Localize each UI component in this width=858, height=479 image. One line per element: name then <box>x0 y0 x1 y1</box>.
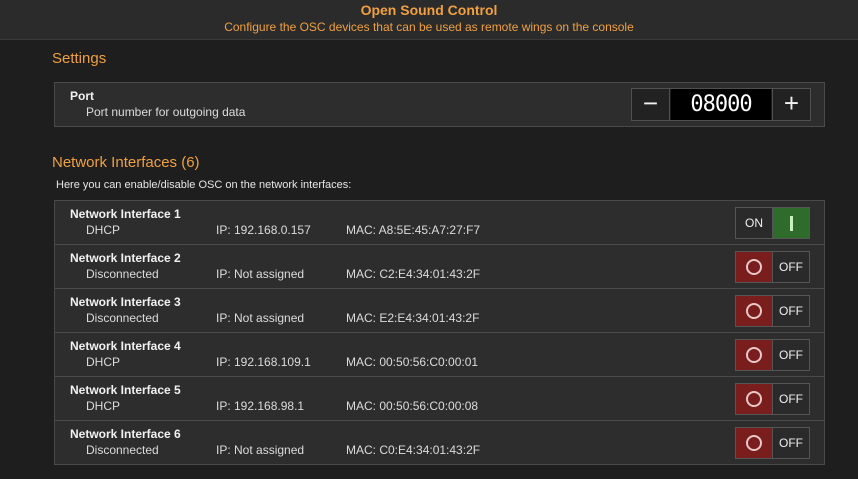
interface-name: Network Interface 3 <box>70 295 181 309</box>
toggle-off-icon <box>736 384 773 414</box>
interface-mac: MAC: C2:E4:34:01:43:2F <box>346 267 481 281</box>
toggle-state-label: OFF <box>779 348 803 362</box>
toggle-state-label: OFF <box>779 260 803 274</box>
interface-mac: MAC: 00:50:56:C0:00:08 <box>346 399 479 413</box>
interface-mac: MAC: E2:E4:34:01:43:2F <box>346 311 480 325</box>
interface-mac: MAC: 00:50:56:C0:00:01 <box>346 355 479 369</box>
port-decrement-button[interactable]: − <box>632 89 670 120</box>
interface-osc-toggle[interactable]: OFF <box>735 295 810 327</box>
interface-name: Network Interface 6 <box>70 427 181 441</box>
network-section-title: Network Interfaces (6) <box>52 154 200 171</box>
interface-osc-toggle[interactable]: ON <box>735 207 810 239</box>
interface-ip: IP: Not assigned <box>216 311 305 325</box>
interface-name: Network Interface 5 <box>70 383 181 397</box>
interface-mode: DHCP <box>86 355 121 369</box>
network-section-description: Here you can enable/disable OSC on the n… <box>56 179 352 191</box>
interface-osc-toggle[interactable]: OFF <box>735 383 810 415</box>
interface-osc-toggle[interactable]: OFF <box>735 339 810 371</box>
network-interface-row: Network Interface 3 Disconnected IP: Not… <box>54 288 825 333</box>
port-description: Port number for outgoing data <box>86 105 246 119</box>
port-label: Port <box>70 89 94 103</box>
port-setting-panel: Port Port number for outgoing data − 080… <box>54 82 825 127</box>
toggle-off-icon <box>736 340 773 370</box>
interface-osc-toggle[interactable]: OFF <box>735 251 810 283</box>
network-interface-row: Network Interface 6 Disconnected IP: Not… <box>54 420 825 465</box>
interface-name: Network Interface 4 <box>70 339 181 353</box>
port-stepper: − 08000 + <box>631 88 811 121</box>
toggle-state-label: OFF <box>779 304 803 318</box>
interface-ip: IP: 192.168.109.1 <box>216 355 311 369</box>
interface-osc-toggle[interactable]: OFF <box>735 427 810 459</box>
toggle-state-label: OFF <box>779 436 803 450</box>
interface-ip: IP: Not assigned <box>216 267 305 281</box>
interface-ip: IP: 192.168.0.157 <box>216 223 311 237</box>
network-interface-row: Network Interface 2 Disconnected IP: Not… <box>54 244 825 289</box>
interface-mode: Disconnected <box>86 267 159 281</box>
interface-mode: DHCP <box>86 399 121 413</box>
interface-mac: MAC: A8:5E:45:A7:27:F7 <box>346 223 481 237</box>
toggle-off-icon <box>736 252 773 282</box>
page-title: Open Sound Control <box>360 2 498 18</box>
interface-ip: IP: 192.168.98.1 <box>216 399 305 413</box>
interface-mode: DHCP <box>86 223 121 237</box>
interface-name: Network Interface 2 <box>70 251 181 265</box>
interface-ip: IP: Not assigned <box>216 443 305 457</box>
toggle-off-icon <box>736 296 773 326</box>
page-subtitle: Configure the OSC devices that can be us… <box>224 20 634 34</box>
settings-section-title: Settings <box>52 50 107 67</box>
interface-name: Network Interface 1 <box>70 207 181 221</box>
toggle-off-icon <box>736 428 773 458</box>
toggle-on-icon <box>772 208 809 238</box>
toggle-state-label: ON <box>745 216 763 230</box>
interface-mac: MAC: C0:E4:34:01:43:2F <box>346 443 481 457</box>
page-header: Open Sound Control Configure the OSC dev… <box>0 0 858 40</box>
network-interface-row: Network Interface 4 DHCP IP: 192.168.109… <box>54 332 825 377</box>
port-increment-button[interactable]: + <box>772 89 810 120</box>
port-value[interactable]: 08000 <box>671 89 771 120</box>
toggle-state-label: OFF <box>779 392 803 406</box>
interface-mode: Disconnected <box>86 443 159 457</box>
network-interface-row: Network Interface 5 DHCP IP: 192.168.98.… <box>54 376 825 421</box>
interface-mode: Disconnected <box>86 311 159 325</box>
network-interface-row: Network Interface 1 DHCP IP: 192.168.0.1… <box>54 200 825 245</box>
